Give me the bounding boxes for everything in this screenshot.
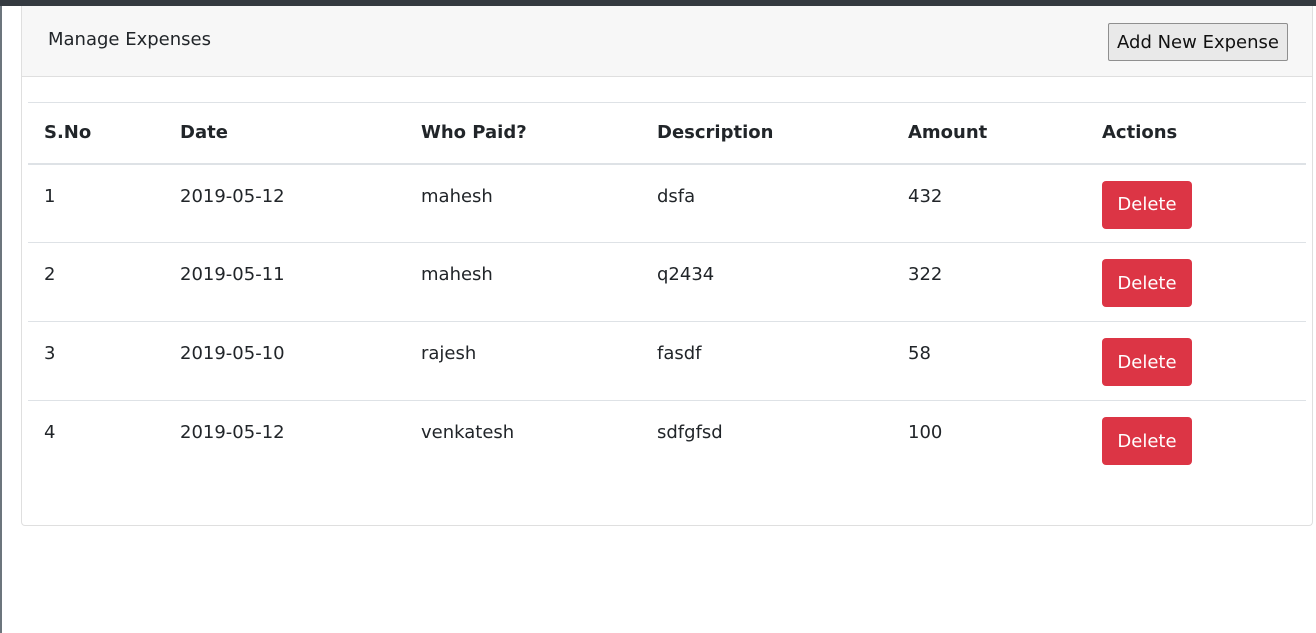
cell-description: fasdf bbox=[641, 321, 892, 401]
cell-date: 2019-05-10 bbox=[164, 321, 405, 401]
cell-description: sdfgfsd bbox=[657, 422, 723, 443]
expenses-table: S.No Date Who Paid? Description Amount A… bbox=[28, 102, 1306, 480]
cell-actions: Delete bbox=[1086, 401, 1306, 480]
cell-date: 2019-05-12 bbox=[164, 163, 405, 243]
table-row: 3 2019-05-10 rajesh fasdf 58 Delete bbox=[28, 321, 1306, 401]
cell-sno: 2 bbox=[28, 242, 164, 322]
column-header-amount: Amount bbox=[892, 102, 1086, 165]
cell-who-paid: rajesh bbox=[405, 321, 641, 401]
cell-who-paid: mahesh bbox=[405, 163, 641, 243]
column-header-description: Description bbox=[641, 102, 892, 165]
cell-amount: 58 bbox=[892, 321, 1086, 401]
column-header-sno: S.No bbox=[28, 102, 164, 165]
delete-button[interactable]: Delete bbox=[1102, 259, 1192, 307]
table-row: 2 2019-05-11 mahesh q2434 322 Delete bbox=[28, 242, 1306, 322]
cell-sno: 3 bbox=[28, 321, 164, 401]
table-row: 4 2019-05-12 venkatesh sdfgfsd 100 Delet… bbox=[28, 401, 1306, 480]
page-title: Manage Expenses bbox=[48, 29, 211, 50]
table-header-row: S.No Date Who Paid? Description Amount A… bbox=[28, 102, 1306, 165]
cell-sno: 1 bbox=[28, 163, 164, 243]
expenses-card: Manage Expenses Add New Expense S.No Dat… bbox=[21, 6, 1313, 526]
cell-actions: Delete bbox=[1086, 163, 1306, 243]
window-left-edge bbox=[0, 6, 2, 633]
cell-description: q2434 bbox=[641, 242, 892, 322]
cell-amount: 100 bbox=[908, 422, 943, 443]
cell-actions: Delete bbox=[1086, 242, 1306, 322]
add-new-expense-button[interactable]: Add New Expense bbox=[1108, 23, 1288, 61]
cell-sno: 4 bbox=[44, 422, 56, 443]
cell-actions: Delete bbox=[1086, 321, 1306, 401]
column-header-actions: Actions bbox=[1086, 102, 1306, 165]
card-header: Manage Expenses Add New Expense bbox=[22, 6, 1312, 77]
cell-who-paid: venkatesh bbox=[421, 422, 515, 443]
delete-button[interactable]: Delete bbox=[1102, 180, 1192, 229]
column-header-who-paid: Who Paid? bbox=[405, 102, 641, 165]
cell-amount: 432 bbox=[892, 163, 1086, 243]
column-header-date: Date bbox=[164, 102, 405, 165]
delete-button[interactable]: Delete bbox=[1102, 417, 1192, 465]
cell-description: dsfa bbox=[641, 163, 892, 243]
cell-who-paid: mahesh bbox=[405, 242, 641, 322]
delete-button[interactable]: Delete bbox=[1102, 338, 1192, 386]
cell-amount: 322 bbox=[892, 242, 1086, 322]
table-row: 1 2019-05-12 mahesh dsfa 432 Delete bbox=[28, 163, 1306, 243]
cell-date: 2019-05-11 bbox=[164, 242, 405, 322]
cell-date: 2019-05-12 bbox=[180, 422, 285, 443]
